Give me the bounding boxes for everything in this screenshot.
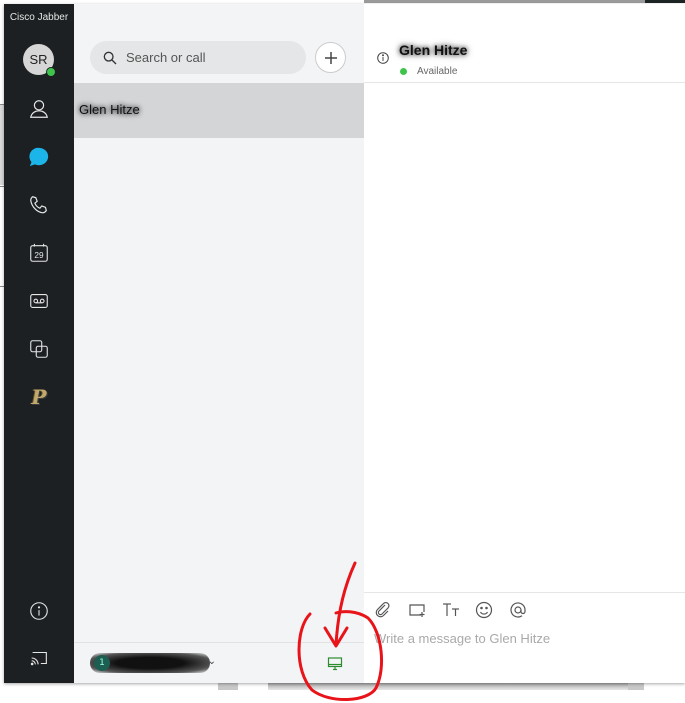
rail-info-button[interactable] (25, 597, 53, 625)
svg-text:29: 29 (34, 251, 44, 260)
mention-icon[interactable] (509, 601, 527, 619)
rail-chats-button[interactable] (25, 143, 53, 171)
presence-indicator (46, 67, 56, 77)
text-format-icon[interactable] (442, 601, 460, 619)
list-footer: 1 ⌄ (74, 642, 364, 684)
screen-capture-icon[interactable] (408, 601, 426, 619)
emoji-icon[interactable] (475, 601, 493, 619)
message-input[interactable] (372, 629, 676, 673)
presence-status-text: Available (417, 66, 458, 77)
presence-status-dot (400, 68, 407, 75)
purdue-logo-icon: P (31, 385, 47, 409)
contact-info-icon[interactable] (377, 52, 389, 64)
app-title: Cisco Jabber (9, 12, 69, 23)
conversation-list-panel: Glen Hitze 1 ⌄ (74, 4, 365, 683)
calendar-icon: 29 (30, 243, 48, 262)
search-box[interactable] (90, 41, 306, 74)
background-desktop-bottom (0, 683, 685, 703)
rail-purdue-button[interactable]: P (25, 383, 53, 411)
chat-header: Glen Hitze Available (364, 4, 685, 83)
chat-bubble-icon (29, 147, 49, 167)
chevron-down-icon: ⌄ (207, 656, 216, 667)
account-avatar: 1 (94, 655, 110, 671)
user-avatar[interactable]: SR (23, 44, 56, 77)
conversation-list-item[interactable]: Glen Hitze (74, 83, 364, 138)
user-initials: SR (29, 52, 48, 67)
attach-icon[interactable] (374, 601, 392, 619)
rail-calls-button[interactable] (25, 191, 53, 219)
message-composer (364, 592, 685, 684)
person-icon (30, 100, 48, 118)
account-selector[interactable]: 1 ⌄ (90, 653, 216, 673)
rail-cast-button[interactable] (25, 644, 53, 672)
rail-voicemail-button[interactable] (25, 287, 53, 315)
conversation-contact-name: Glen Hitze (79, 102, 140, 117)
rail-meetings-button[interactable]: 29 (25, 239, 53, 267)
nav-rail: Cisco Jabber SR 29 P (4, 4, 74, 683)
rail-contacts-button[interactable] (25, 95, 53, 123)
info-icon (30, 602, 48, 620)
search-icon (103, 51, 117, 64)
phone-icon (30, 196, 47, 214)
add-button[interactable] (315, 42, 346, 73)
overlap-squares-icon (30, 340, 48, 358)
chat-contact-name: Glen Hitze (399, 42, 468, 58)
rail-custom-tabs-button[interactable] (25, 335, 53, 363)
search-input[interactable] (124, 49, 298, 66)
computer-device-icon[interactable] (327, 657, 343, 671)
plus-icon (324, 51, 337, 64)
background-window-edge (364, 0, 685, 3)
cast-icon (30, 651, 47, 666)
chat-pane: Glen Hitze Available (364, 4, 685, 683)
jabber-window: Cisco Jabber SR 29 P Search or call Glen… (4, 4, 685, 683)
voicemail-icon (30, 294, 48, 308)
